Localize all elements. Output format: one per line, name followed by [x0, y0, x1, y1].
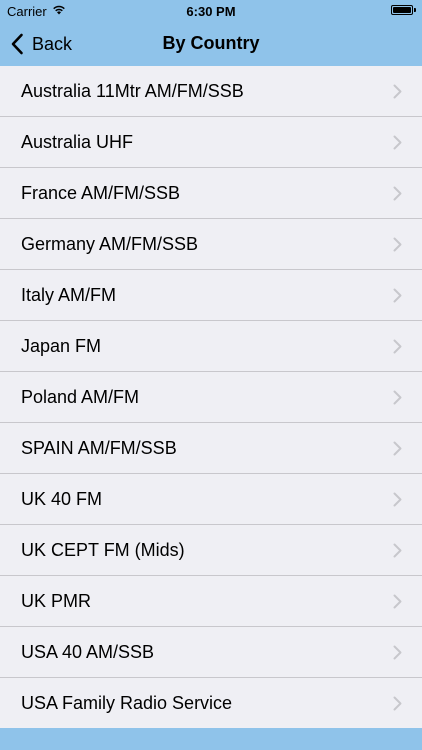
list-item-label: Germany AM/FM/SSB: [21, 234, 199, 254]
chevron-right-icon: [393, 84, 402, 99]
list-item-label: SPAIN AM/FM/SSB: [21, 438, 177, 458]
list-item-label: UK PMR: [21, 591, 92, 611]
list-item[interactable]: France AM/FM/SSB: [0, 168, 422, 219]
navigation-bar: Back By Country: [0, 22, 422, 66]
page-title: By Country: [162, 33, 260, 53]
bottom-bar: [0, 728, 422, 750]
list-item-label: Italy AM/FM: [21, 285, 117, 305]
list-item-label: UK 40 FM: [21, 489, 103, 509]
battery-tip: [414, 8, 416, 12]
list-item-label: UK CEPT FM (Mids): [21, 540, 185, 560]
chevron-right-icon: [393, 288, 402, 303]
chevron-right-icon: [393, 696, 402, 711]
chevron-right-icon: [393, 186, 402, 201]
battery-fill: [393, 7, 411, 13]
list-item[interactable]: UK 40 FM: [0, 474, 422, 525]
chevron-right-icon: [393, 645, 402, 660]
list-item[interactable]: Germany AM/FM/SSB: [0, 219, 422, 270]
chevron-right-icon: [393, 543, 402, 558]
status-time: 6:30 PM: [186, 4, 236, 19]
list-item-label: Poland AM/FM: [21, 387, 140, 407]
list-item[interactable]: Australia UHF: [0, 117, 422, 168]
list-item[interactable]: UK CEPT FM (Mids): [0, 525, 422, 576]
list-item-label: USA Family Radio Service: [21, 693, 233, 713]
top-bar: Carrier 6:30 PM Back By Country: [0, 0, 422, 66]
list-item[interactable]: SPAIN AM/FM/SSB: [0, 423, 422, 474]
chevron-right-icon: [393, 390, 402, 405]
battery-icon: [391, 5, 413, 15]
chevron-right-icon: [393, 237, 402, 252]
list-item[interactable]: USA 40 AM/SSB: [0, 627, 422, 678]
list-item[interactable]: USA Family Radio Service: [0, 678, 422, 729]
list-item-label: Japan FM: [21, 336, 102, 356]
list-item-label: Australia 11Mtr AM/FM/SSB: [21, 81, 244, 101]
list-item[interactable]: Poland AM/FM: [0, 372, 422, 423]
country-list: Australia 11Mtr AM/FM/SSB Australia UHF Fr…: [0, 66, 422, 729]
chevron-right-icon: [393, 492, 402, 507]
chevron-right-icon: [393, 135, 402, 150]
list-item[interactable]: Italy AM/FM: [0, 270, 422, 321]
chevron-right-icon: [393, 441, 402, 456]
chevron-right-icon: [393, 339, 402, 354]
list-item-label: USA 40 AM/SSB: [21, 642, 155, 662]
list-item[interactable]: Australia 11Mtr AM/FM/SSB: [0, 66, 422, 117]
list-item-label: France AM/FM/SSB: [21, 183, 181, 203]
chevron-right-icon: [393, 594, 402, 609]
list-item-label: Australia UHF: [21, 132, 134, 152]
status-bar: Carrier 6:30 PM: [0, 0, 422, 22]
list-item[interactable]: UK PMR: [0, 576, 422, 627]
list-item[interactable]: Japan FM: [0, 321, 422, 372]
